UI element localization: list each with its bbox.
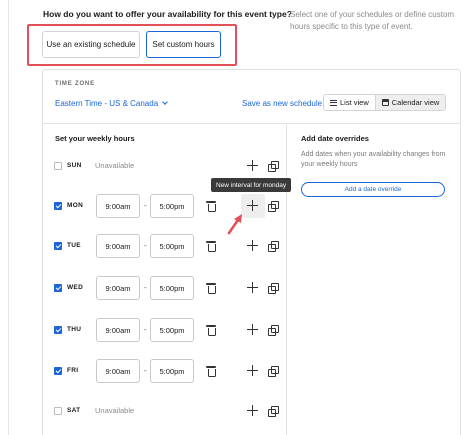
calendar-view-button[interactable]: Calendar view — [374, 95, 446, 110]
add-date-override-button[interactable]: Add a date override — [301, 182, 445, 197]
chevron-down-icon — [162, 99, 168, 105]
plus-icon[interactable] — [247, 282, 258, 293]
end-time-input[interactable]: 5:00pm — [150, 359, 194, 383]
day-row-wed: WED 9:00am -5:00pm — [43, 276, 286, 300]
day-checkbox-tue[interactable] — [54, 242, 62, 250]
view-toggle: List view Calendar view — [323, 94, 447, 111]
weekly-hours-title: Set your weekly hours — [55, 134, 135, 143]
copy-icon[interactable] — [268, 325, 279, 336]
date-overrides-title: Add date overrides — [301, 134, 369, 143]
plus-icon[interactable] — [247, 405, 258, 416]
day-row-mon: MON 9:00am -5:00pm — [43, 194, 286, 218]
start-time-input[interactable]: 9:00am — [96, 318, 140, 342]
start-time-input[interactable]: 9:00am — [96, 276, 140, 300]
day-checkbox-fri[interactable] — [54, 367, 62, 375]
day-row-sun: SUN Unavailable — [43, 154, 286, 178]
copy-icon[interactable] — [268, 201, 279, 212]
list-icon — [330, 99, 337, 106]
day-name: THU — [67, 326, 82, 333]
copy-icon[interactable] — [268, 366, 279, 377]
day-checkbox-wed[interactable] — [54, 284, 62, 292]
plus-icon[interactable] — [247, 324, 258, 335]
trash-icon[interactable] — [206, 366, 216, 377]
end-time-input[interactable]: 5:00pm — [150, 234, 194, 258]
save-as-new-schedule-link[interactable]: Save as new schedule — [242, 99, 322, 108]
copy-icon[interactable] — [268, 241, 279, 252]
annotation-arrow-icon — [227, 214, 242, 235]
day-row-sat: SAT Unavailable — [43, 399, 286, 423]
day-name: WED — [67, 284, 84, 291]
plus-icon[interactable] — [247, 365, 258, 376]
day-row-fri: FRI 9:00am -5:00pm — [43, 359, 286, 383]
day-checkbox-sun[interactable] — [54, 162, 62, 170]
unavailable-label: Unavailable — [95, 161, 135, 170]
unavailable-label: Unavailable — [95, 406, 135, 415]
panel-divider-horizontal — [43, 123, 460, 124]
time-separator: - — [144, 283, 147, 292]
time-separator: - — [144, 241, 147, 250]
new-interval-tooltip: New interval for monday — [211, 178, 292, 192]
timezone-value: Eastern Time - US & Canada — [55, 99, 159, 108]
use-existing-schedule-button[interactable]: Use an existing schedule — [42, 31, 140, 58]
trash-icon[interactable] — [206, 325, 216, 336]
availability-question: How do you want to offer your availabili… — [43, 9, 292, 19]
copy-icon[interactable] — [268, 161, 279, 172]
plus-icon[interactable] — [247, 240, 258, 251]
panel-divider-vertical — [286, 123, 287, 435]
calendar-view-label: Calendar view — [391, 98, 440, 107]
end-time-input[interactable]: 5:00pm — [150, 318, 194, 342]
end-time-input[interactable]: 5:00pm — [150, 276, 194, 300]
timezone-label: TIME ZONE — [55, 81, 95, 87]
day-name: SUN — [67, 162, 82, 169]
start-time-input[interactable]: 9:00am — [96, 359, 140, 383]
plus-icon[interactable] — [247, 200, 258, 211]
day-name: MON — [67, 202, 84, 209]
day-row-tue: TUE 9:00am -5:00pm — [43, 234, 286, 258]
day-checkbox-thu[interactable] — [54, 326, 62, 334]
trash-icon[interactable] — [206, 283, 216, 294]
start-time-input[interactable]: 9:00am — [96, 194, 140, 218]
page-left-border — [8, 0, 9, 435]
day-name: FRI — [67, 367, 79, 374]
copy-icon[interactable] — [268, 283, 279, 294]
day-checkbox-mon[interactable] — [54, 202, 62, 210]
list-view-label: List view — [340, 98, 369, 107]
start-time-input[interactable]: 9:00am — [96, 234, 140, 258]
calendar-icon — [381, 99, 389, 106]
trash-icon[interactable] — [206, 241, 216, 252]
copy-icon[interactable] — [268, 406, 279, 417]
end-time-input[interactable]: 5:00pm — [150, 194, 194, 218]
plus-icon[interactable] — [247, 160, 258, 171]
day-name: SAT — [67, 407, 81, 414]
day-checkbox-sat[interactable] — [54, 407, 62, 415]
time-separator: - — [144, 366, 147, 375]
set-custom-hours-button[interactable]: Set custom hours — [146, 31, 221, 58]
list-view-button[interactable]: List view — [324, 95, 375, 110]
time-separator: - — [144, 201, 147, 210]
availability-help-text: Select one of your schedules or define c… — [290, 10, 455, 31]
timezone-select[interactable]: Eastern Time - US & Canada — [55, 99, 168, 108]
day-row-thu: THU 9:00am -5:00pm — [43, 318, 286, 342]
date-overrides-description: Add dates when your availability changes… — [301, 151, 446, 168]
trash-icon[interactable] — [206, 201, 216, 212]
day-name: TUE — [67, 242, 81, 249]
time-separator: - — [144, 325, 147, 334]
schedule-panel: TIME ZONE Eastern Time - US & Canada Sav… — [42, 69, 461, 435]
